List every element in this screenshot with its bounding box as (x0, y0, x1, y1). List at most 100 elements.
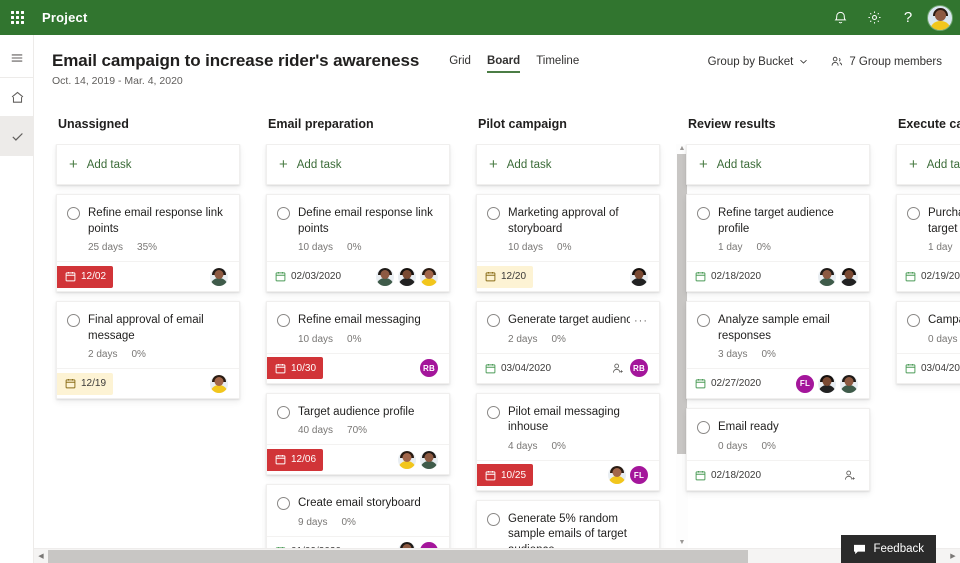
task-complete-checkbox[interactable] (697, 207, 710, 220)
add-task-card[interactable]: + Add task (686, 144, 870, 185)
task-duration: 2 days (508, 333, 538, 345)
add-task-card[interactable]: + Add task (266, 144, 450, 185)
avatar[interactable] (397, 266, 417, 287)
task-card[interactable]: Define email response link points 10 days… (266, 194, 450, 293)
user-avatar[interactable] (927, 4, 953, 31)
app-name[interactable]: Project (42, 10, 87, 25)
task-complete-checkbox[interactable] (67, 207, 80, 220)
task-due-date-badge[interactable]: 12/19 (57, 372, 114, 395)
avatar[interactable] (375, 266, 395, 287)
task-card-body: Target audience profile 40 days 70% (267, 394, 449, 445)
task-complete-checkbox[interactable] (487, 512, 500, 526)
task-complete-checkbox[interactable] (487, 405, 500, 419)
task-complete-checkbox[interactable] (907, 314, 920, 328)
horizontal-scrollbar[interactable]: ◀ ▶ (34, 548, 960, 563)
task-due-date-badge[interactable]: 02/18/2020 (687, 267, 768, 287)
avatar[interactable] (839, 373, 859, 394)
task-due-date-badge[interactable]: 01/09/2020 (267, 541, 348, 548)
task-complete-checkbox[interactable] (277, 314, 290, 328)
tab-grid[interactable]: Grid (449, 55, 471, 73)
scroll-right-arrow[interactable]: ▶ (946, 549, 960, 563)
task-complete-checkbox[interactable] (487, 314, 500, 328)
scrollbar-thumb[interactable] (48, 549, 749, 563)
home-icon[interactable] (0, 78, 34, 116)
task-due-date-badge[interactable]: 02/27/2020 (687, 374, 768, 394)
avatar[interactable] (629, 266, 649, 287)
add-task-card[interactable]: + Add task (896, 144, 960, 185)
task-complete-checkbox[interactable] (487, 207, 500, 220)
feedback-button[interactable]: Feedback (841, 535, 936, 563)
app-launcher-icon[interactable] (0, 0, 34, 35)
scrollbar-track[interactable] (48, 549, 946, 563)
task-due-date-badge[interactable]: 12/06 (267, 448, 324, 471)
task-title: Campaign launch (928, 314, 960, 327)
task-card[interactable]: Pilot email messaging inhouse 4 days 0% 10/… (476, 392, 660, 491)
hamburger-menu-icon[interactable] (0, 39, 34, 77)
avatar-initials[interactable]: RB (629, 358, 649, 379)
checkmark-icon[interactable] (0, 117, 34, 155)
tab-timeline[interactable]: Timeline (536, 55, 579, 73)
task-complete-checkbox[interactable] (277, 207, 290, 220)
task-title-row: Email ready (718, 420, 858, 436)
task-card[interactable]: Refine email response link points 25 days… (56, 194, 240, 293)
bell-icon[interactable] (823, 0, 857, 35)
task-due-date-badge[interactable]: 12/02 (57, 265, 114, 288)
tab-board[interactable]: Board (486, 55, 521, 73)
task-card[interactable]: Generate target audience email ··· 2 days 0… (476, 301, 660, 384)
task-card[interactable]: Refine email messaging 10 days 0% 10/30 RB (266, 301, 450, 384)
avatar[interactable] (817, 266, 837, 287)
add-task-card[interactable]: + Add task (56, 144, 240, 185)
avatar[interactable] (817, 373, 837, 394)
task-card[interactable]: Target audience profile 40 days 70% 12/06 (266, 392, 450, 476)
task-complete-checkbox[interactable] (907, 207, 920, 220)
help-icon[interactable]: ? (891, 0, 925, 35)
task-text-group: Marketing approval of storyboard 10 days 0… (508, 206, 648, 253)
task-title-row: Target audience profile (298, 405, 438, 421)
task-more-options-icon[interactable]: ··· (634, 316, 648, 327)
task-complete-checkbox[interactable] (67, 314, 80, 328)
task-complete-checkbox[interactable] (277, 497, 290, 511)
avatar-initials[interactable]: FL (629, 465, 649, 486)
avatar[interactable] (209, 266, 229, 287)
add-person-icon[interactable] (843, 469, 856, 482)
task-card[interactable]: Marketing approval of storyboard 10 days 0… (476, 194, 660, 293)
task-due-date: 02/27/2020 (711, 378, 762, 390)
task-due-date-badge[interactable]: 03/04/2020 (477, 358, 558, 378)
task-due-date-badge[interactable]: 10/25 (477, 464, 534, 487)
avatar[interactable] (397, 449, 417, 470)
task-card-footer: 02/18/2020 (687, 459, 869, 490)
avatar-initials[interactable]: FL (419, 541, 439, 548)
avatar[interactable] (607, 465, 627, 486)
task-due-date-badge[interactable]: 03/04/2020 (897, 358, 960, 378)
task-due-date-badge[interactable]: 02/18/2020 (687, 465, 768, 485)
avatar[interactable] (839, 266, 859, 287)
scroll-left-arrow[interactable]: ◀ (34, 549, 48, 563)
task-card[interactable]: Refine target audience profile 1 day 0% 02/… (686, 194, 870, 293)
task-complete-checkbox[interactable] (697, 314, 710, 328)
avatar-initials[interactable]: FL (795, 373, 815, 394)
task-card[interactable]: Analyze sample email responses 3 days 0% 02… (686, 301, 870, 400)
task-due-date-badge[interactable]: 10/30 (267, 357, 324, 380)
task-card[interactable]: Purchase email list of target audience 1 … (896, 194, 960, 293)
task-meta: 1 day 0% (718, 242, 858, 253)
group-members-button[interactable]: 7 Group members (830, 55, 942, 68)
avatar[interactable] (419, 266, 439, 287)
add-task-card[interactable]: + Add task (476, 144, 660, 185)
gear-icon[interactable] (857, 0, 891, 35)
avatar[interactable] (209, 373, 229, 394)
avatar[interactable] (397, 541, 417, 548)
task-due-date-badge[interactable]: 02/03/2020 (267, 267, 348, 287)
group-by-dropdown[interactable]: Group by Bucket (708, 56, 809, 68)
task-card[interactable]: Generate 5% random sample emails of targ… (476, 499, 660, 548)
avatar-initials[interactable]: RB (419, 358, 439, 379)
task-card[interactable]: Email ready 0 days 0% 02/18/2020 (686, 408, 870, 491)
add-person-icon[interactable] (611, 362, 624, 375)
task-due-date-badge[interactable]: 12/20 (477, 265, 534, 288)
task-due-date-badge[interactable]: 02/19/2020 (897, 267, 960, 287)
task-card[interactable]: Create email storyboard 9 days 0% 01/09/202… (266, 484, 450, 548)
task-complete-checkbox[interactable] (277, 405, 290, 419)
task-complete-checkbox[interactable] (697, 421, 710, 435)
task-card[interactable]: Final approval of email message 2 days 0% 1… (56, 301, 240, 400)
avatar[interactable] (419, 449, 439, 470)
task-card[interactable]: Campaign launch 0 days0% 03/04/2020 (896, 301, 960, 384)
